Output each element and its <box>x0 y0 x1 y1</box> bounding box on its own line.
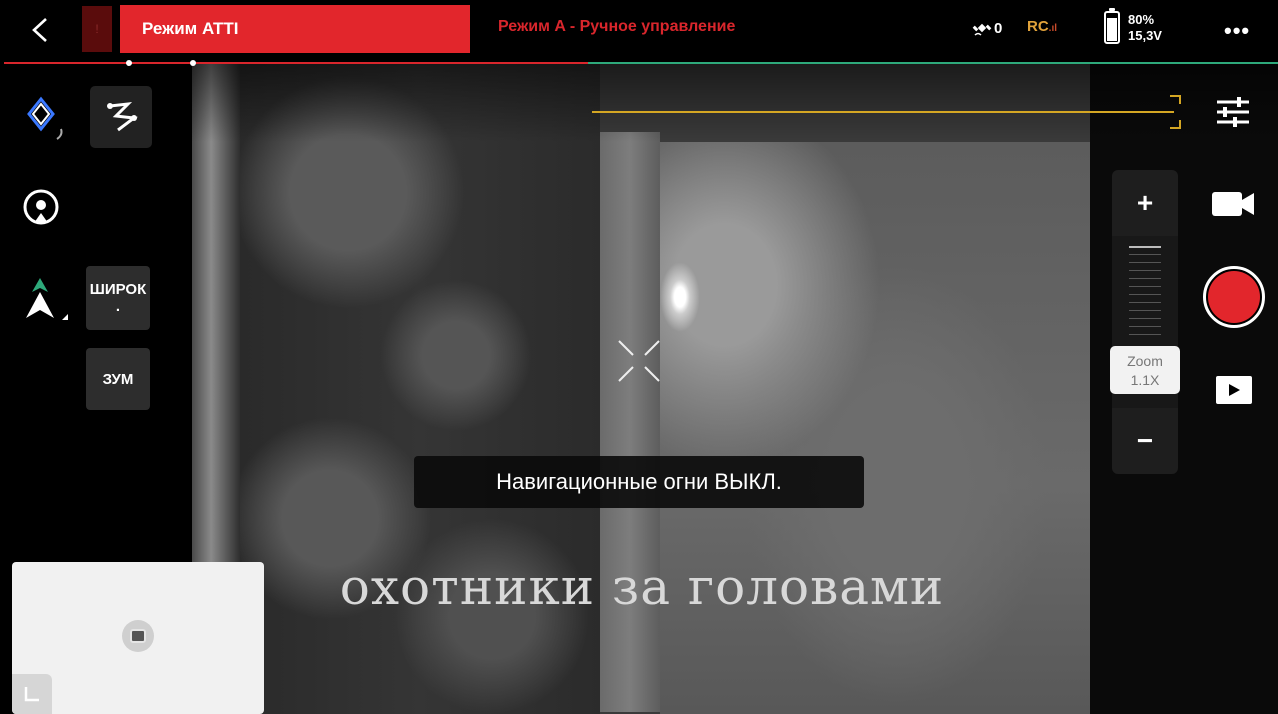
settings-sliders-icon[interactable] <box>1213 92 1253 132</box>
play-icon <box>1229 384 1240 396</box>
flight-mode-subtitle: Режим A - Ручное управление <box>498 18 736 35</box>
feed-tree-area <box>240 62 600 714</box>
return-home-button[interactable] <box>18 184 64 230</box>
notification-toast: Навигационные огни ВЫКЛ. <box>414 456 864 508</box>
video-caption: охотники за головами <box>339 558 945 616</box>
minimap[interactable] <box>12 562 264 714</box>
zoom-tick <box>1129 246 1161 248</box>
lens-zoom-label: ЗУМ <box>102 370 134 388</box>
exposure-meter-bar[interactable] <box>592 94 1184 130</box>
waypoint-button[interactable] <box>22 94 72 144</box>
zoom-tick <box>1129 278 1161 279</box>
battery-level-fill <box>1107 17 1117 41</box>
battery-status[interactable]: 80% 15,3V <box>1104 8 1162 44</box>
lens-zoom-button[interactable]: ЗУМ <box>86 348 150 410</box>
zoom-in-button[interactable]: + <box>1112 170 1178 236</box>
video-mode-icon[interactable] <box>1208 186 1258 222</box>
lens-wide-button[interactable]: ШИРОК . <box>86 266 150 330</box>
record-button[interactable] <box>1203 266 1265 328</box>
minimap-expand-button[interactable] <box>12 674 52 714</box>
feed-thermal-hotspot <box>660 262 700 332</box>
zoom-tick <box>1129 254 1161 255</box>
feed-field <box>660 142 1090 714</box>
more-menu-button[interactable]: ••• <box>1224 18 1250 44</box>
corner-expand-icon <box>24 687 39 702</box>
zoom-label: Zoom <box>1127 353 1163 369</box>
zoom-tick <box>1129 262 1161 263</box>
flight-path-icon <box>107 102 138 132</box>
drone-location-icon <box>122 620 154 652</box>
feed-road <box>600 132 660 712</box>
zoom-value: 1.1X <box>1130 372 1160 388</box>
zoom-out-button[interactable]: − <box>1112 408 1178 474</box>
zoom-tick <box>1129 286 1161 287</box>
zoom-tick <box>1129 334 1161 335</box>
gps-status[interactable]: 0 <box>972 18 1002 38</box>
chevron-left-icon <box>32 18 47 42</box>
battery-icon <box>1104 8 1120 44</box>
battery-text: 80% 15,3V <box>1128 12 1162 44</box>
zoom-tick <box>1129 318 1161 319</box>
satellite-icon <box>972 23 992 36</box>
waypoint-icon <box>27 96 63 140</box>
battery-percent: 80% <box>1128 11 1155 27</box>
lens-wide-label: ШИРОК <box>89 281 147 298</box>
gps-count: 0 <box>994 19 1003 37</box>
flight-path-button[interactable] <box>90 86 152 148</box>
zoom-tick <box>1129 270 1161 271</box>
rc-signal-bars-icon: .ıl <box>1048 23 1058 34</box>
zoom-level-badge[interactable]: Zoom 1.1X <box>1110 346 1180 394</box>
top-status-bar: ! Режим ATTI Режим A - Ручное управление… <box>0 0 1278 58</box>
center-crosshair-icon <box>618 340 660 382</box>
rc-label: RC <box>1027 18 1049 35</box>
warning-marker[interactable]: ! <box>82 6 112 52</box>
back-button[interactable] <box>22 12 58 48</box>
zoom-tick <box>1129 302 1161 303</box>
zoom-tick <box>1129 326 1161 327</box>
return-home-icon <box>23 189 59 225</box>
record-dot-icon <box>1208 271 1260 323</box>
flight-mode-banner[interactable]: Режим ATTI <box>120 5 470 53</box>
rc-signal-status[interactable]: RC.ıl <box>1027 18 1057 35</box>
battery-voltage: 15,3V <box>1128 27 1162 43</box>
zoom-control: + − <box>1112 170 1178 474</box>
timeline-progress <box>4 62 588 64</box>
playback-button[interactable] <box>1216 376 1252 404</box>
zoom-tick <box>1129 310 1161 311</box>
zoom-tick <box>1129 294 1161 295</box>
compass-button[interactable] <box>16 272 70 326</box>
compass-icon <box>26 278 68 320</box>
lens-wide-dot: . <box>115 298 121 315</box>
